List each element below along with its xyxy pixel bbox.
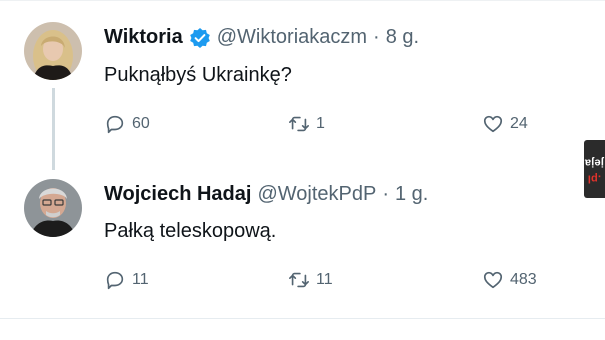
retweet-button[interactable]: 1: [288, 113, 325, 135]
tweet-header: Wojciech Hadaj @WojtekPdP · 1 g.: [104, 183, 428, 206]
watermark-logo: jeja .pl: [584, 140, 605, 198]
tweet-text: Pałką teleskopową.: [104, 220, 277, 242]
retweet-icon: [289, 116, 309, 132]
timestamp[interactable]: 8 g.: [386, 26, 419, 49]
separator-dot: ·: [373, 26, 380, 48]
reply-icon: [106, 115, 124, 134]
like-count: 483: [510, 271, 537, 288]
action-bar: 60 1 24: [104, 113, 564, 139]
reply-icon: [106, 271, 124, 290]
thread-container: Wiktoria @Wiktoriakaczm · 8 g. Puknąłbyś…: [0, 0, 605, 340]
tweet[interactable]: Wojciech Hadaj @WojtekPdP · 1 g. Pałką t…: [0, 165, 580, 315]
separator-dot: ·: [382, 183, 389, 205]
avatar[interactable]: [24, 22, 82, 80]
reply-button[interactable]: 60: [104, 113, 150, 135]
heart-icon: [483, 271, 503, 289]
heart-icon: [483, 115, 503, 133]
retweet-button[interactable]: 11: [288, 269, 333, 291]
tweet-header: Wiktoria @Wiktoriakaczm · 8 g.: [104, 26, 419, 49]
avatar[interactable]: [24, 179, 82, 237]
tweet-text: Puknąłbyś Ukrainkę?: [104, 64, 292, 86]
watermark-part2: .pl: [587, 172, 602, 185]
handle[interactable]: @Wiktoriakaczm: [217, 26, 367, 49]
reply-button[interactable]: 11: [104, 269, 149, 291]
like-button[interactable]: 483: [482, 269, 537, 291]
reply-count: 60: [132, 115, 150, 132]
verified-badge-icon: [189, 27, 211, 49]
watermark-text: jeja .pl: [585, 153, 604, 186]
display-name[interactable]: Wojciech Hadaj: [104, 183, 251, 206]
retweet-count: 1: [316, 115, 325, 132]
like-button[interactable]: 24: [482, 113, 528, 135]
retweet-icon: [289, 272, 309, 288]
retweet-count: 11: [316, 271, 333, 288]
watermark-part1: jeja: [584, 156, 605, 169]
like-count: 24: [510, 115, 528, 132]
handle[interactable]: @WojtekPdP: [257, 183, 376, 206]
tweet[interactable]: Wiktoria @Wiktoriakaczm · 8 g. Puknąłbyś…: [0, 0, 580, 170]
reply-count: 11: [132, 271, 149, 288]
display-name[interactable]: Wiktoria: [104, 26, 183, 49]
thread-connector: [52, 88, 55, 170]
action-bar: 11 11 483: [104, 269, 564, 295]
bottom-divider: [0, 318, 605, 319]
timestamp[interactable]: 1 g.: [395, 183, 428, 206]
